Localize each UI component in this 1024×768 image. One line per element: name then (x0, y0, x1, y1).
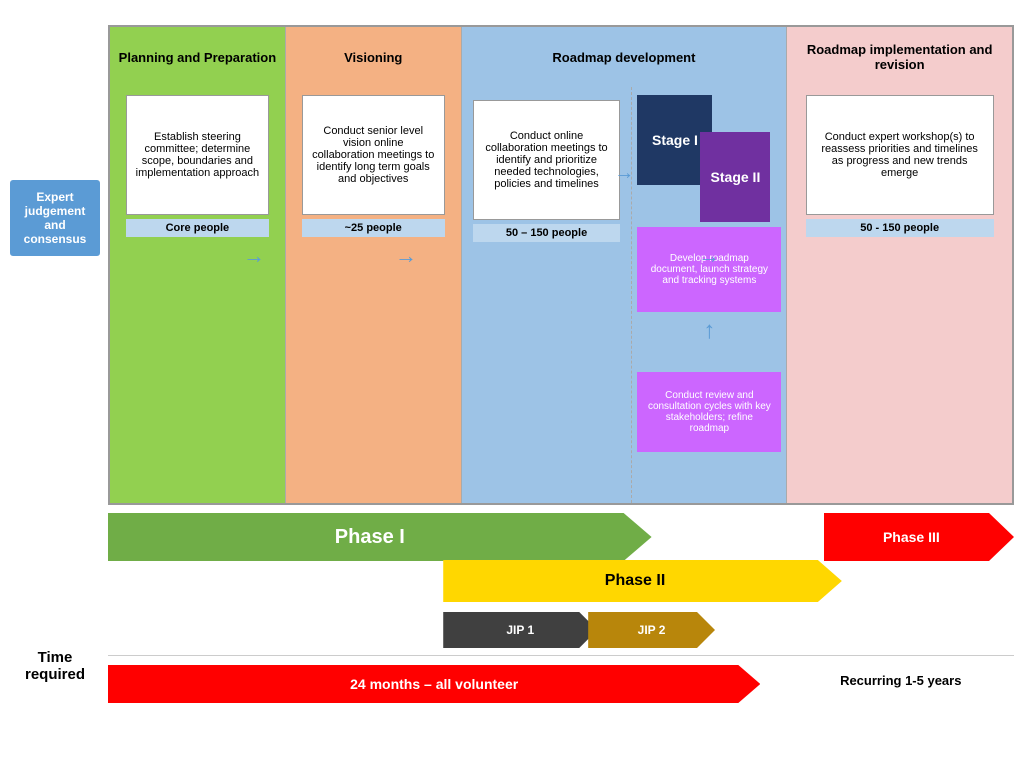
develop-roadmap-box: Develop roadmap document, launch strateg… (637, 227, 781, 312)
arrow-roadmap-to-implementation: → (698, 243, 720, 269)
bottom-red-arrow: 24 months – all volunteer (108, 665, 760, 703)
phase-3-label: Phase III (883, 529, 940, 545)
visioning-header: Visioning (286, 27, 461, 87)
implementation-column: Roadmap implementation and revision Cond… (787, 27, 1012, 503)
jip-1-arrow: JIP 1 (443, 612, 597, 648)
jip-2-label: JIP 2 (638, 623, 666, 637)
planning-info-box: Establish steering committee; determine … (126, 95, 269, 215)
roadmap-column: Roadmap development Conduct online colla… (462, 27, 788, 503)
consult-cycles-box: Conduct review and consultation cycles w… (637, 372, 781, 452)
arrow-visioning-to-roadmap: → (395, 243, 417, 269)
implementation-header: Roadmap implementation and revision (787, 27, 1012, 87)
visioning-info-box: Conduct senior level vision online colla… (302, 95, 445, 215)
planning-people: Core people (126, 219, 269, 237)
stage-2-box: Stage II (700, 132, 770, 222)
phase-1-arrow: Phase I (108, 513, 652, 561)
up-arrow-icon: ↑ (703, 317, 715, 345)
planning-header: Planning and Preparation (110, 27, 285, 87)
phase-1-label: Phase I (335, 526, 405, 549)
implementation-info-box: Conduct expert workshop(s) to reassess p… (806, 95, 994, 215)
jip-1-label: JIP 1 (506, 623, 534, 637)
arrow-planning-to-visioning: → (243, 243, 265, 269)
phase-2-label: Phase II (605, 572, 665, 590)
roadmap-people: 50 – 150 people (473, 224, 619, 242)
visioning-column: Visioning Conduct senior level vision on… (286, 27, 462, 503)
implementation-people: 50 - 150 people (806, 219, 994, 237)
roadmap-header: Roadmap development (462, 27, 787, 87)
time-required-label: Time required (10, 649, 100, 683)
phase-2-arrow: Phase II (443, 560, 842, 602)
right-arrow-roadmap: → (614, 162, 634, 185)
phase-3-arrow: Phase III (824, 513, 1014, 561)
visioning-people: ~25 people (302, 219, 445, 237)
jip-2-arrow: JIP 2 (588, 612, 715, 648)
roadmap-meetings-box: Conduct online collaboration meetings to… (473, 100, 619, 220)
time-implementation: Recurring 1-5 years (788, 656, 1015, 705)
expert-judgement-label: Expert judgement and consensus (10, 180, 100, 256)
bottom-arrow-label: 24 months – all volunteer (350, 676, 518, 692)
